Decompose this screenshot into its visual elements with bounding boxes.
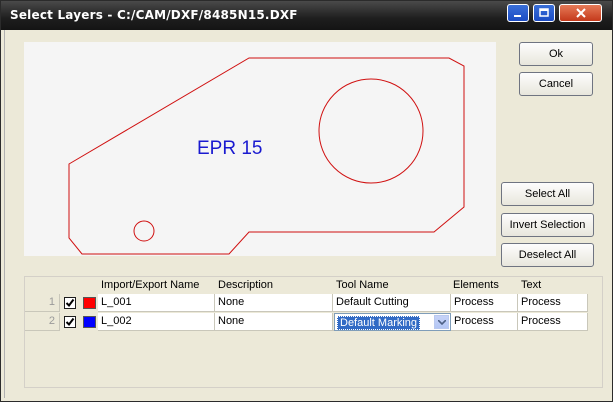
column-header-tool-name[interactable]: Tool Name	[336, 279, 389, 293]
chevron-down-icon	[437, 319, 446, 325]
deselect-all-button[interactable]: Deselect All	[501, 243, 594, 267]
maximize-button[interactable]	[533, 4, 555, 22]
large-hole	[318, 78, 424, 184]
layer-color-swatch[interactable]	[83, 316, 96, 328]
layer-name-cell[interactable]: L_001	[98, 294, 215, 312]
checkmark-icon	[65, 317, 75, 327]
column-header-name[interactable]: Import/Export Name	[101, 279, 199, 293]
small-hole	[133, 220, 155, 242]
text-cell[interactable]: Process	[518, 313, 588, 331]
layer-name-cell[interactable]: L_002	[98, 313, 215, 331]
part-outline	[68, 57, 465, 255]
tool-name-selected-value: Default Marking	[337, 316, 421, 330]
cancel-button[interactable]: Cancel	[519, 72, 593, 96]
dropdown-arrow-button[interactable]	[434, 315, 449, 329]
layer-enabled-checkbox[interactable]	[64, 297, 76, 309]
select-all-button[interactable]: Select All	[501, 182, 594, 206]
maximize-icon	[534, 5, 554, 21]
column-header-elements[interactable]: Elements	[453, 279, 499, 293]
layer-color-swatch[interactable]	[83, 297, 96, 309]
checkmark-icon	[65, 298, 75, 308]
tool-name-cell[interactable]: Default Cutting	[333, 294, 451, 312]
row-number: 1	[25, 294, 60, 312]
close-button[interactable]	[559, 4, 602, 22]
layers-table: Import/Export Name Description Tool Name…	[24, 276, 603, 388]
preview-label: EPR 15	[197, 138, 262, 159]
window-title: Select Layers - C:/CAM/DXF/8485N15.DXF	[10, 8, 298, 22]
ok-button[interactable]: Ok	[519, 42, 593, 66]
elements-cell[interactable]: Process	[451, 313, 518, 331]
drawing-preview: EPR 15	[68, 57, 465, 255]
select-layers-window: Select Layers - C:/CAM/DXF/8485N15.DXF E…	[0, 0, 613, 402]
column-header-description[interactable]: Description	[218, 279, 273, 293]
table-row[interactable]: 1 L_001 None Default Cutting Process Pro…	[25, 294, 588, 312]
tool-name-dropdown[interactable]: Default Marking	[334, 313, 451, 331]
minimize-button[interactable]	[507, 4, 529, 22]
title-bar[interactable]: Select Layers - C:/CAM/DXF/8485N15.DXF	[1, 1, 612, 30]
dialog-client-area: EPR 15 Ok Cancel Select All Invert Selec…	[4, 30, 610, 398]
text-cell[interactable]: Process	[518, 294, 588, 312]
invert-selection-button[interactable]: Invert Selection	[501, 213, 594, 237]
elements-cell[interactable]: Process	[451, 294, 518, 312]
layer-preview-canvas: EPR 15	[24, 42, 496, 256]
description-cell[interactable]: None	[215, 313, 333, 331]
column-header-text[interactable]: Text	[521, 279, 541, 293]
table-row[interactable]: 2 L_002 None Default Marking Process Pro…	[25, 313, 588, 331]
close-icon	[560, 5, 601, 21]
row-number: 2	[25, 313, 60, 331]
description-cell[interactable]: None	[215, 294, 333, 312]
layer-enabled-checkbox[interactable]	[64, 316, 76, 328]
minimize-icon	[508, 5, 528, 21]
